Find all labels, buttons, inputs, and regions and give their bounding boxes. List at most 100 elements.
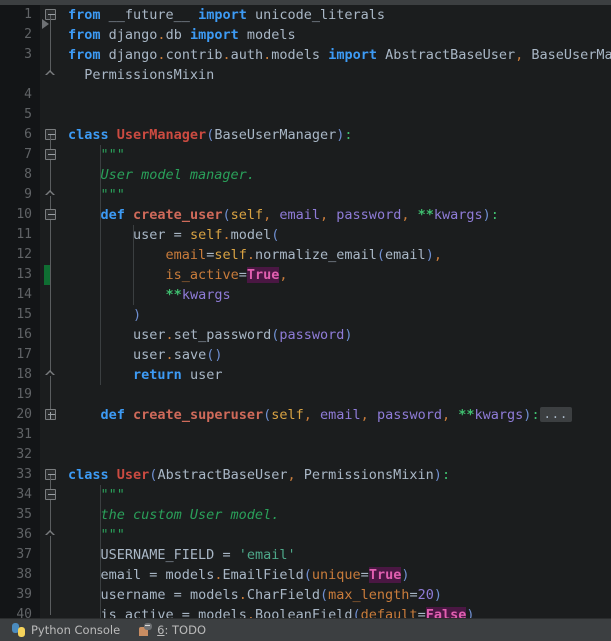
- code-line[interactable]: """: [62, 485, 611, 505]
- code-line[interactable]: return user: [62, 365, 611, 385]
- token-comma: ,: [320, 207, 329, 223]
- code-line[interactable]: [62, 425, 611, 445]
- token-kw: def: [100, 407, 125, 423]
- code-text-column[interactable]: from __future__ import unicode_literals f…: [62, 5, 611, 618]
- token-ident: models: [271, 47, 321, 63]
- code-line[interactable]: [62, 445, 611, 465]
- indent-guide: [100, 485, 102, 618]
- fold-marker-column[interactable]: [40, 5, 62, 618]
- code-line[interactable]: from django.db import models: [62, 25, 611, 45]
- fold-expand-icon[interactable]: [45, 409, 57, 421]
- fold-end-icon[interactable]: [45, 189, 57, 201]
- token-doc: """: [68, 187, 125, 203]
- editor-gutter[interactable]: 123 4 5 6 7 8 9 10 11 12 13 14 15 16 17 18 19 20 31 32 33 34…: [0, 5, 62, 618]
- token-self: self: [230, 207, 264, 223]
- token-punct: ): [433, 467, 442, 483]
- line-number: 31: [16, 427, 32, 442]
- code-line[interactable]: is_active = models.BooleanField(default=…: [62, 605, 611, 618]
- token-ident: email: [68, 567, 150, 583]
- line-number: 19: [16, 387, 32, 402]
- code-line[interactable]: ): [62, 305, 611, 325]
- code-line[interactable]: class User(AbstractBaseUser, Permissions…: [62, 465, 611, 485]
- token-ident: AbstractBaseUser: [157, 467, 288, 483]
- fold-collapse-icon[interactable]: [45, 209, 57, 221]
- token-punct: ): [214, 347, 223, 363]
- fold-end-icon[interactable]: [45, 529, 57, 541]
- code-line[interactable]: email = models.EmailField(unique=True): [62, 565, 611, 585]
- line-number: 15: [16, 307, 32, 322]
- token-punct: (: [263, 407, 272, 423]
- line-number: 12: [16, 247, 32, 262]
- code-line[interactable]: from __future__ import unicode_literals: [62, 5, 611, 25]
- code-line[interactable]: user = self.model(: [62, 225, 611, 245]
- token-doc: User model manager.: [68, 167, 255, 183]
- token-doc: """: [68, 527, 125, 543]
- code-line[interactable]: def create_user(self, email, password, *…: [62, 205, 611, 225]
- token-param: email: [311, 407, 361, 423]
- line-number: 36: [16, 527, 32, 542]
- line-number: 2: [24, 27, 32, 42]
- token-op: =: [417, 607, 426, 618]
- run-configuration-arrow-icon[interactable]: [42, 19, 49, 29]
- code-line[interactable]: is_active=True,: [62, 265, 611, 285]
- token-comma: ,: [279, 267, 288, 283]
- token-bool: True: [246, 267, 280, 283]
- line-number: 39: [16, 587, 32, 602]
- token-kw: from: [68, 27, 101, 43]
- status-todo[interactable]: 6: TODO: [138, 623, 206, 637]
- fold-end-icon[interactable]: [45, 69, 57, 81]
- fold-collapse-icon[interactable]: [45, 149, 57, 161]
- line-number: 14: [16, 287, 32, 302]
- line-number: 7: [24, 147, 32, 162]
- fold-collapse-icon[interactable]: [45, 489, 57, 501]
- code-line[interactable]: email=self.normalize_email(email),: [62, 245, 611, 265]
- code-line[interactable]: username = models.CharField(max_length=2…: [62, 585, 611, 605]
- token-ident: set_password: [173, 327, 272, 343]
- code-editor-area[interactable]: 123 4 5 6 7 8 9 10 11 12 13 14 15 16 17 18 19 20 31 32 33 34…: [0, 5, 611, 618]
- code-line[interactable]: from django.contrib.auth.models import A…: [62, 45, 611, 65]
- token-ident: django: [100, 47, 158, 63]
- code-line[interactable]: [62, 105, 611, 125]
- status-python-console[interactable]: Python Console: [12, 623, 120, 637]
- token-comma: ,: [441, 407, 451, 423]
- code-line[interactable]: user.set_password(password): [62, 325, 611, 345]
- line-number: 33: [16, 467, 32, 482]
- code-line[interactable]: def create_superuser(self, email, passwo…: [62, 405, 611, 425]
- code-line[interactable]: the custom User model.: [62, 505, 611, 525]
- line-number: 32: [16, 447, 32, 462]
- indent-guide: [132, 225, 134, 305]
- token-ident: BaseUserManager: [214, 127, 337, 143]
- fold-end-icon[interactable]: [45, 369, 57, 381]
- python-console-icon: [12, 623, 26, 637]
- line-number: 38: [16, 567, 32, 582]
- token-kw: import: [198, 7, 247, 23]
- token-param: kwargs: [181, 287, 231, 303]
- code-line[interactable]: """: [62, 145, 611, 165]
- token-self: self: [189, 227, 223, 243]
- token-comma: ,: [360, 407, 369, 423]
- token-kw: def: [100, 207, 125, 223]
- code-line[interactable]: USERNAME_FIELD = 'email': [62, 545, 611, 565]
- code-line[interactable]: class UserManager(BaseUserManager):: [62, 125, 611, 145]
- code-line[interactable]: user.save(): [62, 345, 611, 365]
- token-green: :: [490, 207, 499, 223]
- code-line[interactable]: [62, 385, 611, 405]
- fold-collapse-icon[interactable]: [45, 129, 57, 141]
- fold-placeholder[interactable]: ...: [539, 406, 573, 422]
- code-line[interactable]: PermissionsMixin: [62, 65, 611, 85]
- token-ident: user: [68, 227, 174, 243]
- token-doc: """: [68, 487, 125, 503]
- token-punct: ): [433, 587, 442, 603]
- code-line[interactable]: [62, 85, 611, 105]
- code-line[interactable]: User model manager.: [62, 165, 611, 185]
- fold-collapse-icon[interactable]: [45, 469, 57, 481]
- code-line[interactable]: """: [62, 185, 611, 205]
- code-line[interactable]: **kwargs: [62, 285, 611, 305]
- code-line[interactable]: """: [62, 525, 611, 545]
